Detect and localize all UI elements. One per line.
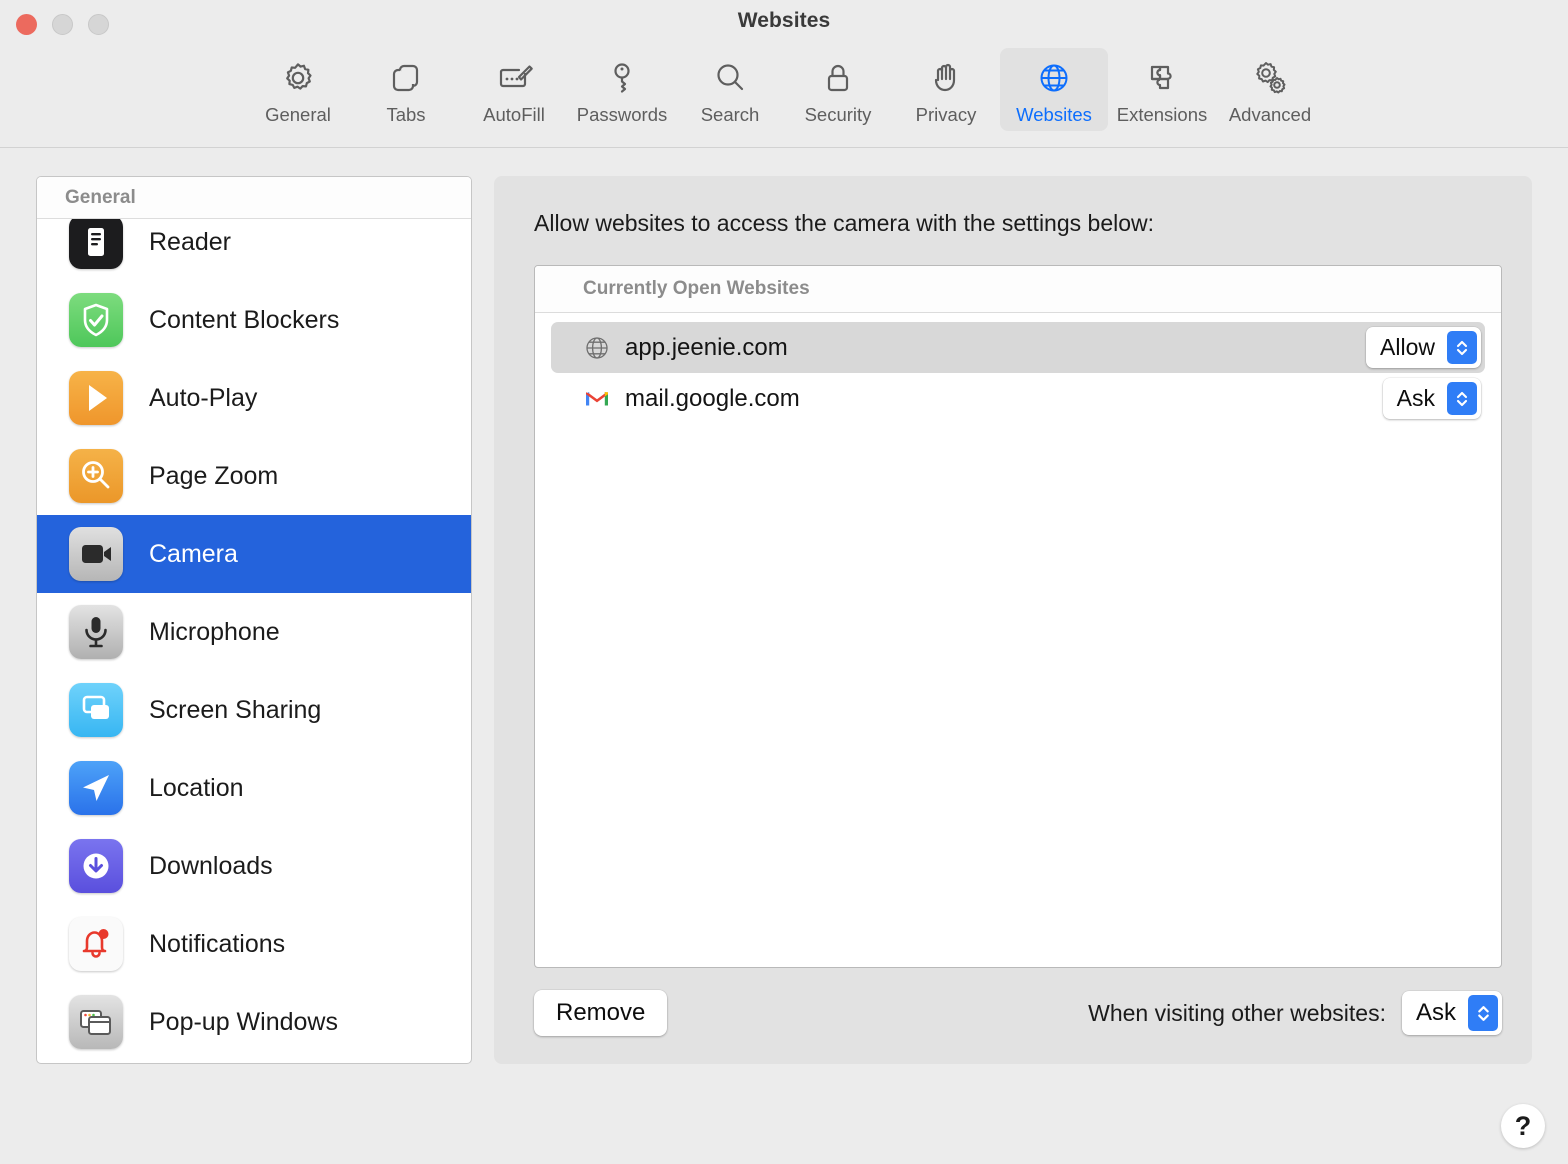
toolbar-item-label: Websites: [1016, 104, 1092, 125]
sidebar-section-header: General: [37, 177, 471, 219]
website-permissions-list[interactable]: Currently Open Websites app.jeenie.com A…: [534, 265, 1502, 968]
toolbar-item-tabs[interactable]: Tabs: [352, 48, 460, 131]
chevron-updown-icon: [1468, 995, 1498, 1031]
permission-value: Ask: [1396, 385, 1435, 411]
screen-sharing-icon: [69, 683, 123, 737]
chevron-updown-icon: [1447, 382, 1477, 415]
globe-icon: [1032, 54, 1076, 101]
key-icon: [600, 54, 644, 101]
sidebar-item-label: Reader: [149, 227, 231, 256]
default-permission-value: Ask: [1415, 999, 1456, 1026]
camera-icon: [69, 527, 123, 581]
sidebar-item-label: Content Blockers: [149, 305, 340, 334]
default-permission-group: When visiting other websites: Ask: [1088, 991, 1502, 1035]
autofill-icon: [492, 54, 536, 101]
popup-windows-icon: [69, 995, 123, 1049]
default-permission-label: When visiting other websites:: [1088, 999, 1386, 1026]
permission-value: Allow: [1380, 334, 1435, 360]
permission-dropdown[interactable]: Ask: [1382, 378, 1481, 419]
toolbar-item-label: Advanced: [1228, 104, 1312, 125]
gmail-favicon-icon: [583, 385, 611, 413]
toolbar-item-websites[interactable]: Websites: [1000, 48, 1108, 131]
gear-icon: [276, 54, 320, 101]
sidebar-item-location[interactable]: Location: [37, 749, 471, 827]
toolbar-item-extensions[interactable]: Extensions: [1108, 48, 1216, 131]
hand-icon: [924, 54, 968, 101]
bell-icon: [69, 917, 123, 971]
sidebar-item-label: Screen Sharing: [149, 695, 322, 724]
website-name: mail.google.com: [625, 384, 800, 412]
sidebar-item-label: Notifications: [149, 929, 286, 958]
search-icon: [708, 54, 752, 101]
website-name: app.jeenie.com: [625, 333, 788, 361]
microphone-icon: [69, 605, 123, 659]
sidebar-item-popup-windows[interactable]: Pop-up Windows: [37, 983, 471, 1061]
toolbar-item-privacy[interactable]: Privacy: [892, 48, 1000, 131]
websites-sidebar: General Reader Content Blockers Auto-Pla…: [36, 176, 472, 1064]
toolbar-item-label: General: [265, 104, 331, 125]
window-title: Websites: [737, 9, 831, 32]
toolbar-item-search[interactable]: Search: [676, 48, 784, 131]
reader-icon: [69, 219, 123, 269]
panel-footer: Remove When visiting other websites: Ask: [534, 990, 1502, 1036]
preferences-toolbar: General Tabs AutoFill Passwords Search S…: [0, 48, 1568, 148]
sidebar-item-reader[interactable]: Reader: [37, 219, 471, 281]
preferences-window: Websites General Tabs AutoFill Passwords…: [0, 0, 1568, 1164]
tabs-icon: [384, 54, 428, 101]
sidebar-item-label: Pop-up Windows: [149, 1007, 338, 1036]
sidebar-item-label: Page Zoom: [149, 461, 279, 490]
sidebar-item-page-zoom[interactable]: Page Zoom: [37, 437, 471, 515]
title-bar: Websites: [0, 0, 1568, 48]
toolbar-item-advanced[interactable]: Advanced: [1216, 48, 1324, 131]
sidebar-item-screen-sharing[interactable]: Screen Sharing: [37, 671, 471, 749]
sidebar-item-label: Location: [149, 773, 244, 802]
sidebar-item-content-blockers[interactable]: Content Blockers: [37, 281, 471, 359]
lock-icon: [816, 54, 860, 101]
sidebar-item-microphone[interactable]: Microphone: [37, 593, 471, 671]
magnifier-plus-icon: [69, 449, 123, 503]
toolbar-item-label: Security: [804, 104, 872, 125]
toolbar-item-label: Privacy: [915, 104, 977, 125]
sidebar-item-downloads[interactable]: Downloads: [37, 827, 471, 905]
remove-button[interactable]: Remove: [534, 990, 668, 1036]
puzzle-icon: [1140, 54, 1184, 101]
preferences-body: General Reader Content Blockers Auto-Pla…: [0, 148, 1568, 1164]
location-arrow-icon: [69, 761, 123, 815]
sidebar-item-camera[interactable]: Camera: [37, 515, 471, 593]
play-icon: [69, 371, 123, 425]
sidebar-list[interactable]: Reader Content Blockers Auto-Play Page Z…: [37, 219, 471, 1063]
download-icon: [69, 839, 123, 893]
toolbar-item-general[interactable]: General: [244, 48, 352, 131]
sidebar-item-label: Downloads: [149, 851, 273, 880]
toolbar-item-label: Tabs: [386, 104, 426, 125]
sidebar-item-label: Auto-Play: [149, 383, 258, 412]
permission-dropdown[interactable]: Allow: [1366, 327, 1481, 368]
panel-description: Allow websites to access the camera with…: [534, 210, 1155, 236]
toolbar-item-label: Search: [700, 104, 760, 125]
camera-settings-panel: Allow websites to access the camera with…: [494, 176, 1532, 1064]
list-section-header: Currently Open Websites: [535, 266, 1501, 313]
sidebar-item-notifications[interactable]: Notifications: [37, 905, 471, 983]
sidebar-item-label: Microphone: [149, 617, 280, 646]
sidebar-item-auto-play[interactable]: Auto-Play: [37, 359, 471, 437]
default-permission-dropdown[interactable]: Ask: [1401, 991, 1502, 1035]
toolbar-item-label: Extensions: [1116, 104, 1208, 125]
help-button[interactable]: ?: [1501, 1104, 1545, 1148]
toolbar-item-label: AutoFill: [483, 104, 545, 125]
table-row[interactable]: app.jeenie.com Allow: [551, 322, 1485, 373]
globe-favicon-icon: [583, 334, 611, 362]
list-rows: app.jeenie.com Allow mail.google.com Ask: [535, 313, 1501, 967]
toolbar-item-autofill[interactable]: AutoFill: [460, 48, 568, 131]
table-row[interactable]: mail.google.com Ask: [551, 373, 1485, 424]
toolbar-item-security[interactable]: Security: [784, 48, 892, 131]
chevron-updown-icon: [1447, 331, 1477, 364]
toolbar-item-label: Passwords: [576, 104, 668, 125]
gears-icon: [1248, 54, 1292, 101]
shield-check-icon: [69, 293, 123, 347]
toolbar-item-passwords[interactable]: Passwords: [568, 48, 676, 131]
sidebar-item-label: Camera: [149, 539, 238, 568]
